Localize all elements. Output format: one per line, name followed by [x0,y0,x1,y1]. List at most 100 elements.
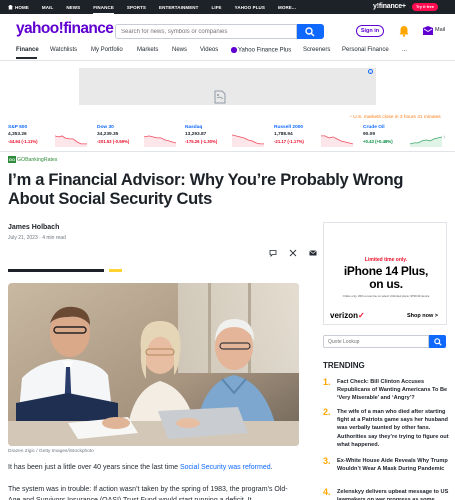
verizon-logo: verizon✓ [330,311,365,320]
publisher-name[interactable]: GOBankingRates [17,157,57,163]
active-tab-underline [16,56,37,59]
carousel-indicator [8,269,104,272]
topnav-yahoo-plus[interactable]: YAHOO PLUS [235,5,265,10]
ad-headline: iPhone 14 Plus, on us. [324,265,448,291]
sparkline-chart [410,136,442,147]
photo-caption: Drazen Zigic / Getty Images/iStockphoto [8,449,94,454]
ticker-name: S&P 500 [8,125,28,130]
mail-icon[interactable] [423,26,433,35]
paragraph-text: It has been just a little over 40 years … [8,464,180,471]
ad-headline-line2: on us. [369,277,403,291]
publisher-logo[interactable]: GO [8,156,16,163]
search-input[interactable] [115,24,297,39]
quote-lookup-input[interactable] [323,335,429,348]
topnav-finance[interactable]: FINANCE [93,5,114,15]
read-time: 4 min read [42,235,66,241]
sparkline-chart [144,135,176,147]
x-share-icon[interactable] [289,249,297,257]
verizon-logo-text: verizon [330,311,359,320]
subnav-more[interactable]: ... [402,47,407,53]
ticker-item[interactable]: Crude Oil 90.09 +0.43 (+0.48%) [363,125,448,147]
article-photo[interactable] [8,283,299,446]
yahoo-finance-plus-logo[interactable]: y!finance+ [373,3,406,10]
ad-banner[interactable]: i [79,68,376,105]
topnav-home[interactable]: HOME [8,4,29,10]
ad-info-icon[interactable]: i [368,69,373,74]
verizon-ad[interactable]: Limited time only. iPhone 14 Plus, on us… [323,222,447,325]
article-dateline: July 21, 2023 · 4 min read [8,235,66,241]
sparkline-chart [321,135,353,147]
document-placeholder-icon [214,90,226,104]
trending-number: 4. [323,487,331,497]
quote-lookup-button[interactable] [429,335,446,348]
finance-nav: Finance Watchlists My Portfolio Markets … [0,47,455,60]
subnav-yahoo-finance-plus[interactable]: Yahoo Finance Plus [231,47,291,54]
topnav-entertainment[interactable]: ENTERTAINMENT [159,5,198,10]
trending-headline[interactable]: Zelenskyy delivers upbeat message to US … [337,488,449,500]
search-button[interactable] [297,24,324,39]
email-share-icon[interactable] [309,249,317,257]
checkmark-icon: ✓ [358,311,365,320]
market-ticker: S&P 500 4,353.26 -44.94 (-1.11%) Dow 30 … [0,125,455,151]
ticker-name: Russell 2000 [274,125,304,130]
topnav-news[interactable]: NEWS [66,5,80,10]
carousel-indicator-accent [109,269,122,272]
paragraph-text-end: . [270,464,273,471]
advisor-meeting-image [8,283,299,446]
subnav-markets[interactable]: Markets [137,47,158,53]
topnav-home-label: HOME [15,4,29,10]
subnav-news[interactable]: News [172,47,187,53]
trending-headline[interactable]: The wife of a man who died after startin… [337,408,449,449]
trending-number: 1. [323,377,331,387]
divider [0,60,455,61]
trending-headline[interactable]: Fact Check: Bill Clinton Accuses Republi… [337,378,449,403]
subnav-my-portfolio[interactable]: My Portfolio [91,47,123,53]
market-status: ◔ U.S. markets close in 3 hours 41 minut… [349,115,441,120]
trending-number: 3. [323,456,331,466]
sparkline-chart [232,134,264,147]
topnav-mail[interactable]: MAIL [42,5,53,10]
ticker-name: Crude Oil [363,125,385,130]
topnav-life[interactable]: LIFE [212,5,222,10]
subnav-screeners[interactable]: Screeners [303,47,330,53]
article-author: James Holbach [8,224,60,231]
article-paragraph: The system was in trouble: If action was… [8,486,288,500]
bell-icon[interactable] [398,25,410,37]
subnav-personal-finance[interactable]: Personal Finance [342,47,389,53]
try-free-button[interactable]: Try it free [412,3,439,11]
search-icon [433,338,442,346]
article-headline: I’m a Financial Advisor: Why You’re Prob… [8,171,404,208]
subnav-yahoo-finance-plus-label: Yahoo Finance Plus [238,47,292,54]
ticker-item[interactable]: Nasdaq 13,293.87 -175.26 (-1.30%) [185,125,270,147]
plus-icon [231,47,237,53]
trending-headline[interactable]: Ex-White House Aide Reveals Why Trump Wo… [337,457,449,473]
topnav-more[interactable]: MORE... [278,5,296,10]
ticker-item[interactable]: S&P 500 4,353.26 -44.94 (-1.11%) [8,125,93,147]
trending-heading: TRENDING [323,361,365,370]
topnav-sports[interactable]: SPORTS [127,5,146,10]
mail-link[interactable]: Mail [435,27,445,33]
trending-number: 2. [323,407,331,417]
market-status-text: U.S. markets close in 3 hours 41 minutes [353,115,441,120]
search-icon [305,26,315,36]
ad-fine-print: Online only. With a new line on select U… [342,294,430,298]
article-date: July 21, 2023 [8,235,38,241]
article-paragraph: It has been just a little over 40 years … [8,464,273,471]
ticker-item[interactable]: Dow 30 34,239.35 -201.53 (-0.59%) [97,125,182,147]
subnav-finance[interactable]: Finance [16,47,39,53]
ticker-name: Dow 30 [97,125,114,130]
sign-in-button[interactable]: Sign in [356,25,384,37]
ticker-next-arrow-icon[interactable]: › [443,134,445,141]
ticker-item[interactable]: Russell 2000 1,788.94 -21.17 (-1.17%) [274,125,359,147]
comment-icon[interactable] [269,249,277,257]
yahoo-finance-logo[interactable]: yahoo!finance [16,20,114,38]
subnav-watchlists[interactable]: Watchlists [50,47,77,53]
home-icon [8,4,13,10]
social-security-link[interactable]: Social Security was reformed [180,464,271,471]
divider [0,151,455,152]
subnav-videos[interactable]: Videos [200,47,218,53]
shop-now-link[interactable]: Shop now > [407,313,438,319]
ad-limited-text: Limited time only. [364,257,408,263]
ticker-name: Nasdaq [185,125,203,130]
sparkline-chart [55,135,87,147]
